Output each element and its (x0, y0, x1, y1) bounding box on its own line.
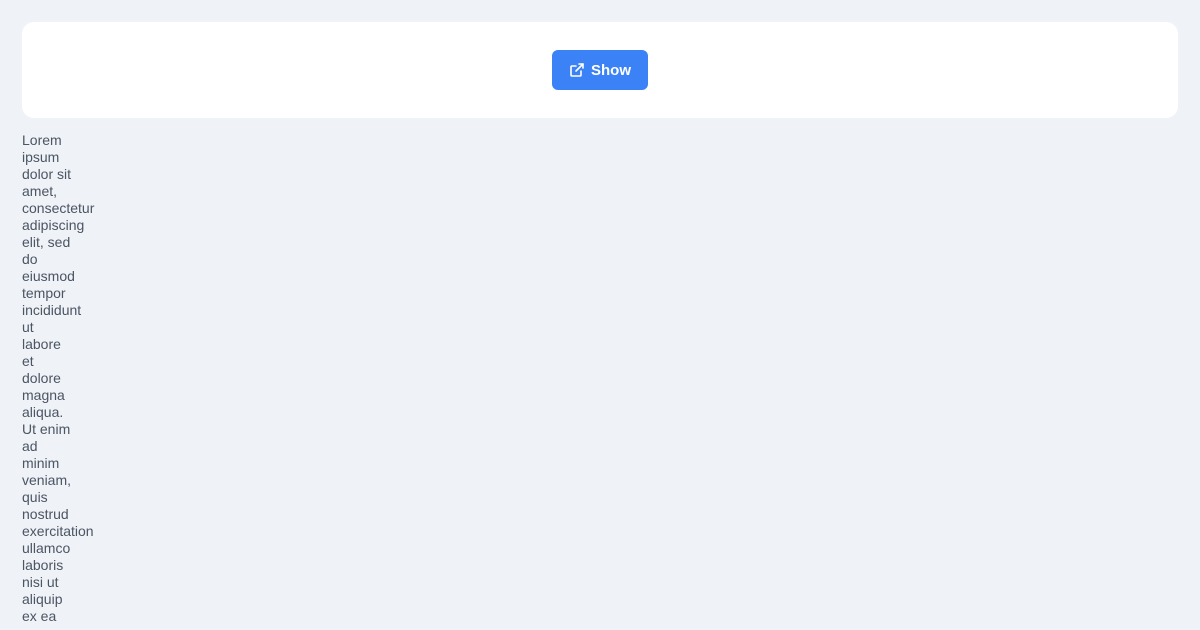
toolbar-card: Show (22, 22, 1178, 118)
external-link-icon (569, 62, 585, 78)
show-button[interactable]: Show (552, 50, 648, 90)
show-button-label: Show (591, 61, 631, 79)
lorem-text: Lorem ipsum dolor sit amet, consectetur … (22, 132, 95, 624)
